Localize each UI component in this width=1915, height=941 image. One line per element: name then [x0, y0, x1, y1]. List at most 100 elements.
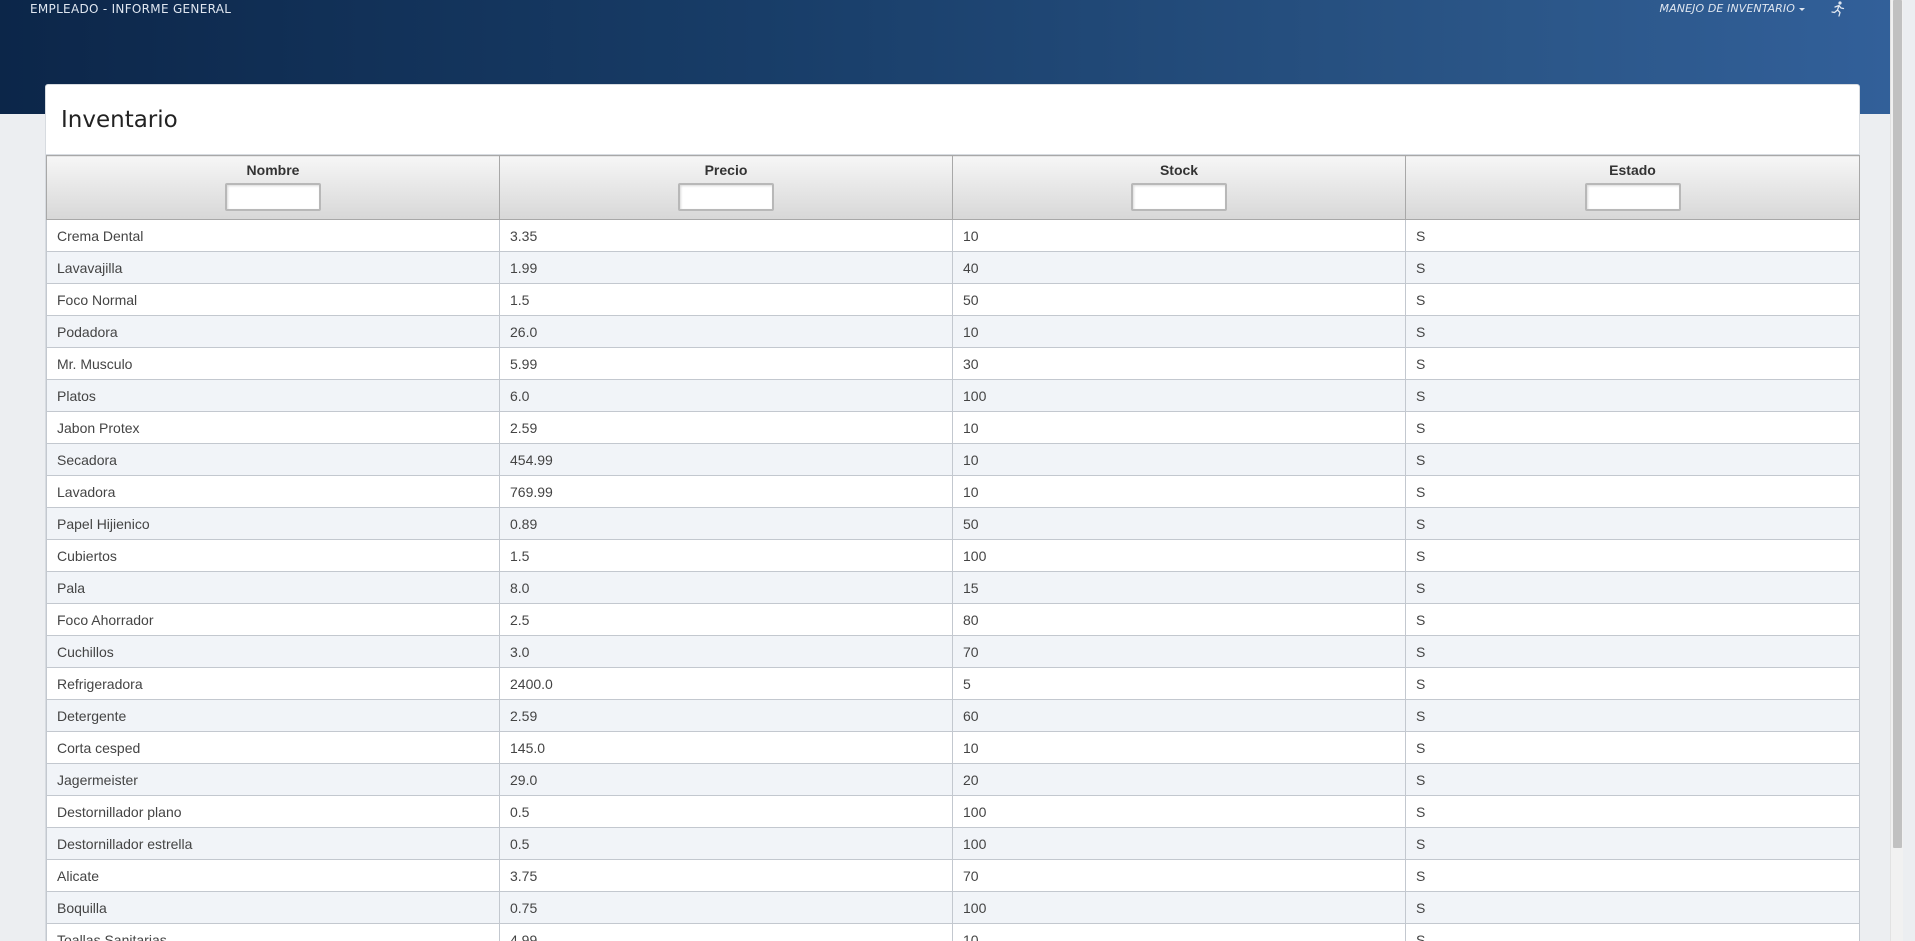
cell-stock: 10	[952, 315, 1406, 348]
cell-nombre: Pala	[46, 571, 500, 604]
table-row[interactable]: Toallas Sanitarias 4.99 10 S	[46, 923, 1860, 941]
table-row[interactable]: Jabon Protex 2.59 10 S	[46, 411, 1860, 444]
cell-estado: S	[1405, 635, 1860, 668]
table-row[interactable]: Secadora 454.99 10 S	[46, 443, 1860, 476]
table-row[interactable]: Pala 8.0 15 S	[46, 571, 1860, 604]
cell-nombre: Detergente	[46, 699, 500, 732]
cell-precio: 1.5	[499, 283, 953, 316]
cell-nombre: Toallas Sanitarias	[46, 923, 500, 941]
cell-stock: 50	[952, 507, 1406, 540]
cell-stock: 30	[952, 347, 1406, 380]
table-row[interactable]: Boquilla 0.75 100 S	[46, 891, 1860, 924]
cell-nombre: Lavavajilla	[46, 251, 500, 284]
table-row[interactable]: Cuchillos 3.0 70 S	[46, 635, 1860, 668]
cell-nombre: Alicate	[46, 859, 500, 892]
cell-nombre: Cuchillos	[46, 635, 500, 668]
table-row[interactable]: Detergente 2.59 60 S	[46, 699, 1860, 732]
cell-precio: 2400.0	[499, 667, 953, 700]
cell-stock: 100	[952, 379, 1406, 412]
table-row[interactable]: Lavavajilla 1.99 40 S	[46, 251, 1860, 284]
cell-precio: 0.75	[499, 891, 953, 924]
cell-precio: 8.0	[499, 571, 953, 604]
cell-precio: 3.0	[499, 635, 953, 668]
cell-estado: S	[1405, 251, 1860, 284]
filter-input-nombre[interactable]	[225, 183, 321, 211]
cell-precio: 145.0	[499, 731, 953, 764]
scrollbar-thumb[interactable]	[1893, 0, 1902, 848]
cell-estado: S	[1405, 731, 1860, 764]
cell-estado: S	[1405, 219, 1860, 252]
table-row[interactable]: Alicate 3.75 70 S	[46, 859, 1860, 892]
cell-nombre: Secadora	[46, 443, 500, 476]
cell-nombre: Corta cesped	[46, 731, 500, 764]
cell-estado: S	[1405, 379, 1860, 412]
cell-nombre: Jabon Protex	[46, 411, 500, 444]
cell-stock: 100	[952, 827, 1406, 860]
cell-estado: S	[1405, 571, 1860, 604]
cell-precio: 0.5	[499, 795, 953, 828]
inventory-menu-dropdown[interactable]: MANEJO DE INVENTARIO	[1660, 2, 1805, 15]
cell-precio: 769.99	[499, 475, 953, 508]
page-header-title: EMPLEADO - INFORME GENERAL	[30, 2, 232, 16]
cell-precio: 29.0	[499, 763, 953, 796]
cell-nombre: Lavadora	[46, 475, 500, 508]
column-label-stock: Stock	[1159, 162, 1199, 178]
cell-stock: 80	[952, 603, 1406, 636]
cell-precio: 454.99	[499, 443, 953, 476]
column-header-precio[interactable]: Precio	[499, 155, 953, 220]
cell-stock: 100	[952, 539, 1406, 572]
cell-precio: 26.0	[499, 315, 953, 348]
table-row[interactable]: Papel Hijienico 0.89 50 S	[46, 507, 1860, 540]
table-row[interactable]: Destornillador estrella 0.5 100 S	[46, 827, 1860, 860]
cell-estado: S	[1405, 347, 1860, 380]
cell-estado: S	[1405, 859, 1860, 892]
table-row[interactable]: Jagermeister 29.0 20 S	[46, 763, 1860, 796]
running-man-icon[interactable]	[1828, 0, 1846, 18]
cell-nombre: Foco Ahorrador	[46, 603, 500, 636]
table-row[interactable]: Refrigeradora 2400.0 5 S	[46, 667, 1860, 700]
filter-input-stock[interactable]	[1131, 183, 1227, 211]
filter-input-estado[interactable]	[1584, 183, 1681, 211]
column-header-stock[interactable]: Stock	[952, 155, 1406, 220]
column-label-estado: Estado	[1609, 162, 1656, 178]
cell-estado: S	[1405, 891, 1860, 924]
cell-precio: 4.99	[499, 923, 953, 941]
app-viewport: EMPLEADO - INFORME GENERAL MANEJO DE INV…	[0, 0, 1903, 941]
cell-estado: S	[1405, 603, 1860, 636]
cell-stock: 10	[952, 219, 1406, 252]
cell-stock: 10	[952, 731, 1406, 764]
page-scrollbar[interactable]	[1890, 0, 1903, 941]
cell-precio: 1.99	[499, 251, 953, 284]
column-label-precio: Precio	[704, 162, 748, 178]
column-header-nombre[interactable]: Nombre	[46, 155, 500, 220]
table-row[interactable]: Cubiertos 1.5 100 S	[46, 539, 1860, 572]
column-header-estado[interactable]: Estado	[1405, 155, 1860, 220]
table-row[interactable]: Platos 6.0 100 S	[46, 379, 1860, 412]
table-row[interactable]: Mr. Musculo 5.99 30 S	[46, 347, 1860, 380]
cell-precio: 6.0	[499, 379, 953, 412]
inventory-menu-label: MANEJO DE INVENTARIO	[1659, 2, 1795, 15]
inventory-panel: Inventario Nombre Precio Stock Estado Cr…	[45, 84, 1860, 941]
table-row[interactable]: Foco Normal 1.5 50 S	[46, 283, 1860, 316]
cell-stock: 40	[952, 251, 1406, 284]
filter-input-precio[interactable]	[678, 183, 774, 211]
table-header-row: Nombre Precio Stock Estado	[46, 155, 1860, 220]
cell-precio: 0.5	[499, 827, 953, 860]
table-row[interactable]: Foco Ahorrador 2.5 80 S	[46, 603, 1860, 636]
table-row[interactable]: Lavadora 769.99 10 S	[46, 475, 1860, 508]
cell-estado: S	[1405, 539, 1860, 572]
cell-precio: 3.35	[499, 219, 953, 252]
column-label-nombre: Nombre	[246, 162, 300, 178]
table-row[interactable]: Destornillador plano 0.5 100 S	[46, 795, 1860, 828]
table-row[interactable]: Crema Dental 3.35 10 S	[46, 219, 1860, 252]
cell-precio: 2.5	[499, 603, 953, 636]
table-row[interactable]: Podadora 26.0 10 S	[46, 315, 1860, 348]
cell-stock: 60	[952, 699, 1406, 732]
cell-precio: 1.5	[499, 539, 953, 572]
cell-estado: S	[1405, 443, 1860, 476]
cell-precio: 5.99	[499, 347, 953, 380]
cell-estado: S	[1405, 475, 1860, 508]
cell-stock: 70	[952, 859, 1406, 892]
inventory-table: Nombre Precio Stock Estado Crema Dental …	[46, 155, 1860, 941]
table-row[interactable]: Corta cesped 145.0 10 S	[46, 731, 1860, 764]
